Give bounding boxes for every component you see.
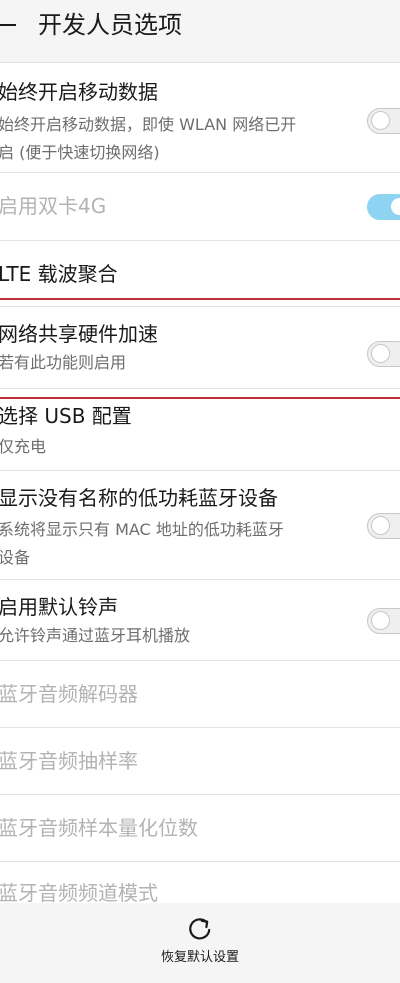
back-arrow-icon[interactable]: [0, 24, 16, 26]
setting-title: 蓝牙音频样本量化位数: [0, 816, 198, 840]
setting-title: 网络共享硬件加速: [0, 322, 158, 346]
setting-usb-configuration[interactable]: 选择 USB 配置 仅充电: [0, 388, 400, 470]
setting-lte-carrier-aggregation[interactable]: LTE 载波聚合: [0, 240, 400, 306]
toggle-knob: [390, 197, 400, 216]
toggle-knob: [371, 111, 390, 130]
toggle-knob: [371, 516, 390, 535]
setting-title: 选择 USB 配置: [0, 404, 132, 428]
setting-title: LTE 载波聚合: [0, 262, 118, 286]
toggle-switch[interactable]: [367, 108, 400, 134]
setting-title: 显示没有名称的低功耗蓝牙设备: [0, 486, 278, 510]
setting-show-unnamed-ble-devices[interactable]: 显示没有名称的低功耗蓝牙设备 系统将显示只有 MAC 地址的低功耗蓝牙 设备: [0, 470, 400, 579]
toggle-switch: [367, 194, 400, 220]
setting-always-on-mobile-data[interactable]: 始终开启移动数据 始终开启移动数据，即使 WLAN 网络已开 启 (便于快速切换…: [0, 62, 400, 172]
setting-default-ringtone[interactable]: 启用默认铃声 允许铃声通过蓝牙耳机播放: [0, 579, 400, 660]
settings-list: 始终开启移动数据 始终开启移动数据，即使 WLAN 网络已开 启 (便于快速切换…: [0, 62, 400, 921]
setting-description: 启 (便于快速切换网络): [0, 143, 160, 162]
setting-title: 蓝牙音频抽样率: [0, 749, 138, 773]
setting-dual-sim-4g: 启用双卡4G: [0, 172, 400, 240]
setting-description: 若有此功能则启用: [0, 353, 127, 372]
setting-title: 蓝牙音频解码器: [0, 682, 138, 706]
setting-bt-audio-bits-per-sample: 蓝牙音频样本量化位数: [0, 794, 400, 861]
toggle-switch[interactable]: [367, 341, 400, 367]
setting-title: 启用双卡4G: [0, 194, 107, 218]
setting-description: 允许铃声通过蓝牙耳机播放: [0, 626, 191, 645]
restore-defaults-label: 恢复默认设置: [160, 950, 239, 965]
refresh-icon: [189, 918, 211, 940]
setting-tethering-hw-acceleration[interactable]: 网络共享硬件加速 若有此功能则启用: [0, 306, 400, 388]
toggle-switch[interactable]: [367, 608, 400, 634]
setting-description: 系统将显示只有 MAC 地址的低功耗蓝牙: [0, 520, 284, 539]
setting-title: 始终开启移动数据: [0, 80, 158, 104]
bottom-toolbar: 恢复默认设置: [0, 903, 400, 983]
setting-description: 设备: [0, 548, 31, 567]
toggle-knob: [371, 344, 390, 363]
setting-description: 始终开启移动数据，即使 WLAN 网络已开: [0, 115, 297, 134]
setting-description: 仅充电: [0, 437, 47, 456]
page-title: 开发人员选项: [38, 11, 182, 39]
toggle-switch[interactable]: [367, 513, 400, 539]
setting-bt-audio-sample-rate: 蓝牙音频抽样率: [0, 727, 400, 794]
app-header: 开发人员选项: [0, 0, 400, 62]
setting-title: 启用默认铃声: [0, 595, 118, 619]
setting-bt-audio-codec: 蓝牙音频解码器: [0, 660, 400, 727]
restore-defaults-button[interactable]: 恢复默认设置: [150, 913, 250, 975]
toggle-knob: [371, 611, 390, 630]
